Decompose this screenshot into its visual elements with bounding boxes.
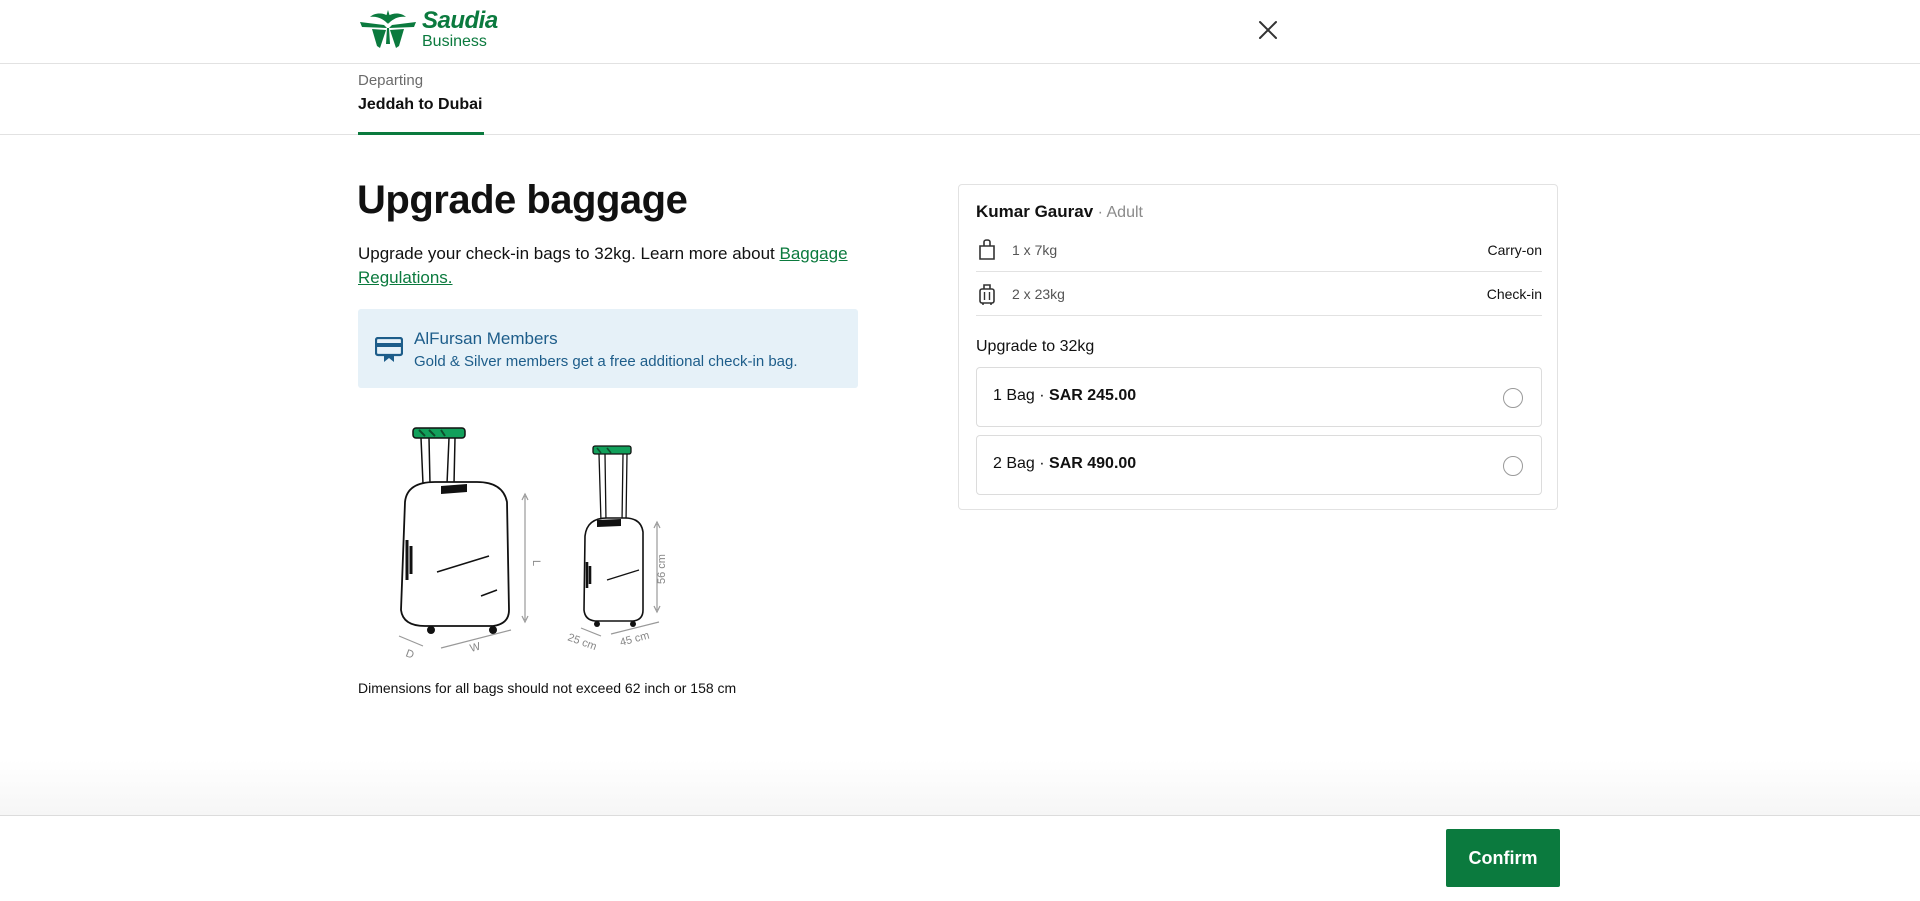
upgrade-description: Upgrade your check-in bags to 32kg. Lear… <box>358 242 878 290</box>
option-count: 2 Bag · <box>993 455 1050 472</box>
saudia-palm-logo-icon <box>360 10 416 48</box>
upgrade-option-1-bag[interactable]: 1 Bag · SAR 245.00 <box>976 367 1542 427</box>
close-button[interactable] <box>1255 17 1281 43</box>
baggage-dimensions-illustration: L D W 56 cm 25 cm 45 cm <box>398 427 668 662</box>
logo-text: Saudia Business <box>422 6 498 50</box>
allowance-kind: Carry-on <box>1487 241 1542 258</box>
option-count: 1 Bag · <box>993 387 1050 404</box>
allowance-row-carry-on: 1 x 7kg Carry-on <box>976 228 1542 272</box>
allowance-row-check-in: 2 x 23kg Check-in <box>976 272 1542 316</box>
logo-brand: Saudia <box>422 6 498 34</box>
passenger-header: Kumar Gaurav · Adult <box>976 202 1143 222</box>
logo-sub: Business <box>422 32 487 50</box>
option-price: SAR 245.00 <box>1049 387 1137 404</box>
option-radio[interactable] <box>1503 456 1523 476</box>
large-bag-depth-label: D <box>404 648 416 662</box>
passenger-type: · Adult <box>1093 204 1143 221</box>
small-suitcase-illustration <box>580 445 661 637</box>
flight-tabs: Departing Jeddah to Dubai <box>0 64 1920 135</box>
description-text: Upgrade your check-in bags to 32kg. Lear… <box>358 244 780 263</box>
passenger-name: Kumar Gaurav <box>976 202 1094 221</box>
large-suitcase-illustration <box>398 427 529 649</box>
allowance-kind: Check-in <box>1486 285 1542 302</box>
confirm-button[interactable]: Confirm <box>1446 829 1560 887</box>
alfursan-info-banner: AlFursan Members Gold & Silver members g… <box>358 309 858 388</box>
footer-fade <box>0 760 1920 815</box>
info-title: AlFursan Members <box>414 329 558 348</box>
allowance-qty: 1 x 7kg <box>1012 241 1058 258</box>
option-label: 1 Bag · SAR 245.00 <box>993 387 1136 405</box>
dimensions-note: Dimensions for all bags should not excee… <box>358 680 737 696</box>
option-price: SAR 490.00 <box>1049 455 1137 472</box>
allowance-qty: 2 x 23kg <box>1012 285 1065 302</box>
close-icon <box>1259 21 1277 39</box>
top-header: Saudia Business <box>0 0 1920 64</box>
option-label: 2 Bag · SAR 490.00 <box>993 455 1136 473</box>
footer-bar: Confirm <box>0 815 1920 901</box>
upgrade-option-2-bag[interactable]: 2 Bag · SAR 490.00 <box>976 435 1542 495</box>
tab-jeddah-to-dubai[interactable]: Departing Jeddah to Dubai <box>358 72 485 135</box>
saudia-business-logo[interactable]: Saudia Business <box>358 8 498 50</box>
tab-label: Jeddah to Dubai <box>358 96 483 113</box>
small-bag-width-label: 45 cm <box>619 630 651 649</box>
passenger-baggage-card: Kumar Gaurav · Adult 1 x 7kg Carry-on 2 … <box>958 184 1558 510</box>
large-bag-height-label: L <box>530 560 542 566</box>
page-title: Upgrade baggage <box>357 178 688 222</box>
carry-on-bag-icon <box>979 238 995 260</box>
small-bag-height-label: 56 cm <box>656 554 668 584</box>
tab-overline: Departing <box>358 72 424 89</box>
small-bag-depth-label: 25 cm <box>566 632 598 654</box>
info-body: Gold & Silver members get a free additio… <box>414 353 798 370</box>
membership-card-icon <box>375 337 403 362</box>
upgrade-title: Upgrade to 32kg <box>976 338 1095 355</box>
option-radio[interactable] <box>1503 388 1523 408</box>
check-in-suitcase-icon <box>979 283 995 305</box>
large-bag-width-label: W <box>469 640 483 654</box>
